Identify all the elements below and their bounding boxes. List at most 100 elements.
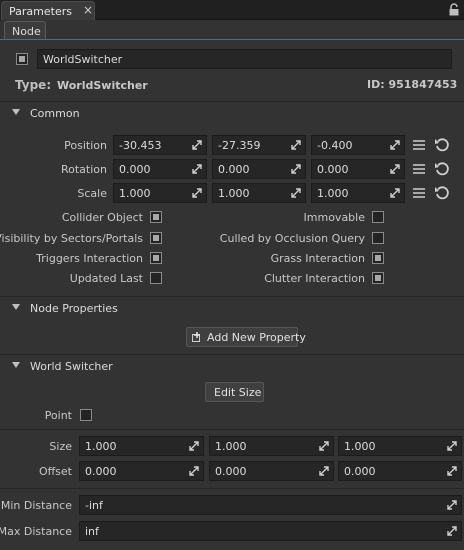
size-z-input[interactable]: 1.000 bbox=[338, 436, 462, 456]
drag-arrows-icon[interactable] bbox=[188, 440, 200, 452]
drag-arrows-icon[interactable] bbox=[318, 465, 330, 477]
section-common-header[interactable]: Common bbox=[0, 105, 464, 123]
section-world-switcher-header[interactable]: World Switcher bbox=[0, 358, 464, 376]
offset-label: Offset bbox=[38, 465, 72, 478]
drag-arrows-icon[interactable] bbox=[290, 163, 302, 175]
rotation-z-input[interactable]: 0.000 bbox=[311, 159, 405, 179]
parameters-panel: Node WorldSwitcher Type: WorldSwitcher I… bbox=[0, 20, 464, 550]
position-y-input[interactable]: -27.359 bbox=[212, 135, 306, 155]
drag-arrows-icon[interactable] bbox=[446, 499, 458, 511]
offset-z-input[interactable]: 0.000 bbox=[338, 461, 462, 481]
drag-arrows-icon[interactable] bbox=[188, 465, 200, 477]
drag-arrows-icon[interactable] bbox=[446, 440, 458, 452]
scale-x-value: 1.000 bbox=[119, 187, 151, 200]
scale-z-input[interactable]: 1.000 bbox=[311, 183, 405, 203]
rotation-y-input[interactable]: 0.000 bbox=[212, 159, 306, 179]
drag-arrows-icon[interactable] bbox=[389, 187, 401, 199]
node-name-value: WorldSwitcher bbox=[43, 53, 123, 66]
add-property-icon bbox=[192, 332, 200, 342]
clutter-interaction-checkbox[interactable] bbox=[372, 272, 384, 284]
menu-icon[interactable] bbox=[412, 139, 426, 151]
tab-parameters-label: Parameters bbox=[9, 5, 72, 18]
drag-arrows-icon[interactable] bbox=[191, 139, 203, 151]
visibility-sectors-label: Visibility by Sectors/Portals bbox=[0, 232, 143, 245]
menu-icon[interactable] bbox=[412, 187, 426, 199]
drag-arrows-icon[interactable] bbox=[389, 163, 401, 175]
type-label: Type: bbox=[15, 78, 52, 92]
drag-arrows-icon[interactable] bbox=[446, 465, 458, 477]
size-x-value: 1.000 bbox=[85, 440, 117, 453]
clutter-interaction-label: Clutter Interaction bbox=[264, 272, 365, 285]
triggers-interaction-label: Triggers Interaction bbox=[36, 252, 143, 265]
position-x-input[interactable]: -30.453 bbox=[113, 135, 207, 155]
position-label: Position bbox=[64, 139, 107, 152]
edit-size-label: Edit Size bbox=[214, 386, 262, 399]
node-id: ID: 951847453 bbox=[367, 78, 458, 91]
culled-occlusion-checkbox[interactable] bbox=[372, 232, 384, 244]
offset-y-input[interactable]: 0.000 bbox=[209, 461, 334, 481]
drag-arrows-icon[interactable] bbox=[290, 187, 302, 199]
collapse-arrow-icon bbox=[12, 304, 20, 310]
offset-x-input[interactable]: 0.000 bbox=[79, 461, 204, 481]
window-titlebar: Parameters × bbox=[0, 0, 464, 20]
collider-object-checkbox[interactable] bbox=[150, 211, 162, 223]
size-y-input[interactable]: 1.000 bbox=[209, 436, 334, 456]
offset-x-value: 0.000 bbox=[85, 465, 117, 478]
rotation-x-input[interactable]: 0.000 bbox=[113, 159, 207, 179]
drag-arrows-icon[interactable] bbox=[191, 163, 203, 175]
updated-last-checkbox[interactable] bbox=[150, 272, 162, 284]
drag-arrows-icon[interactable] bbox=[318, 440, 330, 452]
position-z-input[interactable]: -0.400 bbox=[311, 135, 405, 155]
drag-arrows-icon[interactable] bbox=[389, 139, 401, 151]
reset-icon[interactable] bbox=[434, 185, 450, 201]
size-x-input[interactable]: 1.000 bbox=[79, 436, 204, 456]
tab-node-label: Node bbox=[12, 25, 41, 38]
position-z-value: -0.400 bbox=[317, 139, 353, 152]
max-distance-input[interactable]: inf bbox=[79, 521, 462, 541]
tab-node[interactable]: Node bbox=[4, 21, 46, 40]
offset-z-value: 0.000 bbox=[344, 465, 376, 478]
size-y-value: 1.000 bbox=[215, 440, 247, 453]
drag-arrows-icon[interactable] bbox=[290, 139, 302, 151]
scale-y-input[interactable]: 1.000 bbox=[212, 183, 306, 203]
position-x-value: -30.453 bbox=[119, 139, 162, 152]
add-new-property-button[interactable]: Add New Property bbox=[186, 327, 306, 347]
position-y-value: -27.359 bbox=[218, 139, 261, 152]
section-common-title: Common bbox=[30, 107, 80, 120]
grass-interaction-checkbox[interactable] bbox=[372, 252, 384, 264]
drag-arrows-icon[interactable] bbox=[446, 525, 458, 537]
max-distance-label: Max Distance bbox=[0, 525, 72, 538]
updated-last-label: Updated Last bbox=[69, 272, 143, 285]
menu-icon[interactable] bbox=[412, 163, 426, 175]
edit-size-button[interactable]: Edit Size bbox=[205, 382, 264, 402]
close-icon[interactable]: × bbox=[83, 3, 93, 17]
immovable-checkbox[interactable] bbox=[372, 211, 384, 223]
immovable-label: Immovable bbox=[303, 211, 365, 224]
divider bbox=[0, 101, 464, 102]
reset-icon[interactable] bbox=[434, 137, 450, 153]
section-node-properties-header[interactable]: Node Properties bbox=[0, 300, 464, 318]
collapse-arrow-icon bbox=[12, 109, 20, 115]
culled-occlusion-label: Culled by Occlusion Query bbox=[219, 232, 365, 245]
divider bbox=[0, 296, 464, 297]
section-world-switcher-title: World Switcher bbox=[30, 360, 113, 373]
rotation-label: Rotation bbox=[60, 163, 107, 176]
min-distance-input[interactable]: -inf bbox=[79, 495, 462, 515]
node-enabled-checkbox[interactable] bbox=[16, 53, 28, 65]
point-checkbox[interactable] bbox=[80, 409, 92, 421]
drag-arrows-icon[interactable] bbox=[191, 187, 203, 199]
divider bbox=[0, 354, 464, 355]
scale-z-value: 1.000 bbox=[317, 187, 349, 200]
min-distance-value: -inf bbox=[85, 499, 103, 512]
divider bbox=[0, 429, 464, 430]
rotation-y-value: 0.000 bbox=[218, 163, 250, 176]
lock-icon[interactable] bbox=[448, 3, 460, 16]
type-value: WorldSwitcher bbox=[57, 79, 148, 92]
add-new-property-label: Add New Property bbox=[207, 331, 306, 344]
reset-icon[interactable] bbox=[434, 161, 450, 177]
visibility-sectors-checkbox[interactable] bbox=[150, 232, 162, 244]
triggers-interaction-checkbox[interactable] bbox=[150, 252, 162, 264]
node-name-input[interactable]: WorldSwitcher bbox=[37, 49, 452, 69]
scale-x-input[interactable]: 1.000 bbox=[113, 183, 207, 203]
tab-parameters[interactable]: Parameters × bbox=[1, 1, 95, 20]
